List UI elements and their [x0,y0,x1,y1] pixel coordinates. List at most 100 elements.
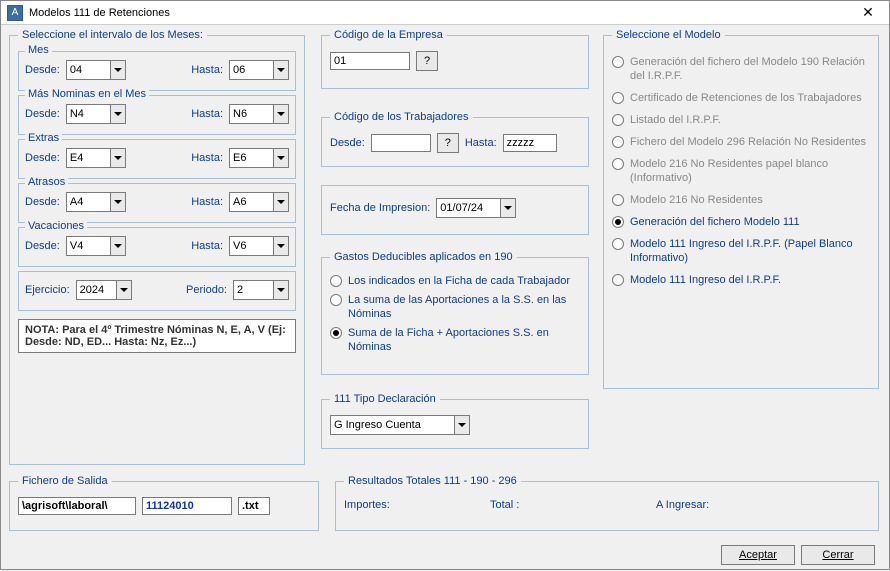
chevron-down-icon[interactable] [110,192,126,212]
chevron-down-icon[interactable] [110,148,126,168]
vacaciones-legend: Vacaciones [25,220,87,232]
gastos-option-label: Los indicados en la Ficha de cada Trabaj… [348,274,570,288]
modelo-option-3: Fichero del Modelo 296 Relación No Resid… [612,135,870,149]
atrasos-desde-input[interactable] [66,192,110,212]
vacaciones-desde-combo[interactable] [66,236,126,256]
modelo-option-label: Modelo 111 Ingreso del I.R.P.F. [630,273,781,287]
chevron-down-icon[interactable] [273,236,289,256]
extras-hasta-label: Hasta: [191,152,223,164]
tipo111-combo[interactable] [330,415,470,435]
mes-hasta-input[interactable] [229,60,273,80]
radio-icon [330,294,342,306]
chevron-down-icon[interactable] [500,198,516,218]
window-title: Modelos 111 de Retenciones [29,7,853,19]
tipo111-legend: 111 Tipo Declaración [330,393,440,405]
modelo-option-6[interactable]: Generación del fichero Modelo 111 [612,215,870,229]
mes-desde-combo[interactable] [66,60,126,80]
masnom-desde-input[interactable] [66,104,110,124]
atrasos-hasta-combo[interactable] [229,192,289,212]
cerrar-button[interactable]: Cerrar [801,545,875,565]
aceptar-button[interactable]: Aceptar [721,545,795,565]
radio-icon [612,136,624,148]
gastos-option-1[interactable]: La suma de las Aportaciones a la S.S. en… [330,293,580,321]
atrasos-fieldset: Atrasos Desde: Hasta: [18,183,296,223]
titlebar: A Modelos 111 de Retenciones ✕ [1,1,889,25]
extras-fieldset: Extras Desde: Hasta: [18,139,296,179]
mes-desde-input[interactable] [66,60,110,80]
intervalos-legend: Seleccione el intervalo de los Meses: [18,29,207,41]
chevron-down-icon[interactable] [110,60,126,80]
fecha-input[interactable] [436,198,500,218]
tipo111-input[interactable] [330,415,454,435]
gastos-fieldset: Gastos Deducibles aplicados en 190 Los i… [321,251,589,375]
modelo-option-label: Generación del fichero Modelo 111 [630,215,800,229]
mes-desde-label: Desde: [25,64,60,76]
empresa-help-button[interactable]: ? [416,51,438,71]
vacaciones-hasta-input[interactable] [229,236,273,256]
chevron-down-icon[interactable] [110,236,126,256]
periodo-combo[interactable] [233,280,289,300]
trab-hasta-input[interactable] [503,134,557,152]
modelo-option-label: Generación del fichero del Modelo 190 Re… [630,55,870,83]
close-icon[interactable]: ✕ [853,3,883,23]
resultados-fieldset: Resultados Totales 111 - 190 - 296 Impor… [335,475,879,531]
app-icon: A [7,5,23,21]
radio-icon [612,274,624,286]
atrasos-hasta-input[interactable] [229,192,273,212]
fecha-combo[interactable] [436,198,516,218]
fichero-fieldset: Fichero de Salida [9,475,319,531]
chevron-down-icon[interactable] [273,280,289,300]
chevron-down-icon[interactable] [273,192,289,212]
extras-hasta-combo[interactable] [229,148,289,168]
radio-icon [612,114,624,126]
modelo-option-2: Listado del I.R.P.F. [612,113,870,127]
masnom-hasta-combo[interactable] [229,104,289,124]
trab-help-button[interactable]: ? [437,133,459,153]
modelo-option-8[interactable]: Modelo 111 Ingreso del I.R.P.F. [612,273,870,287]
intervalos-fieldset: Seleccione el intervalo de los Meses: Me… [9,29,305,465]
gastos-option-2[interactable]: Suma de la Ficha + Aportaciones S.S. en … [330,326,580,354]
chevron-down-icon[interactable] [273,104,289,124]
fecha-fieldset: Fecha de Impresion: [321,185,589,235]
empresa-legend: Código de la Empresa [330,29,447,41]
total-label: Total : [490,499,650,511]
atrasos-desde-label: Desde: [25,196,60,208]
extras-desde-combo[interactable] [66,148,126,168]
chevron-down-icon[interactable] [273,148,289,168]
vacaciones-desde-input[interactable] [66,236,110,256]
mes-hasta-combo[interactable] [229,60,289,80]
radio-icon [612,158,624,170]
chevron-down-icon[interactable] [273,60,289,80]
empresa-fieldset: Código de la Empresa ? [321,29,589,89]
vacaciones-desde-label: Desde: [25,240,60,252]
trab-desde-label: Desde: [330,137,365,149]
empresa-codigo-input[interactable] [330,52,410,70]
vacaciones-hasta-combo[interactable] [229,236,289,256]
gastos-option-0[interactable]: Los indicados en la Ficha de cada Trabaj… [330,274,580,288]
ejercicio-input[interactable] [76,280,116,300]
fichero-name-input[interactable] [142,497,232,515]
aceptar-label: Aceptar [739,549,777,561]
masnom-hasta-input[interactable] [229,104,273,124]
chevron-down-icon[interactable] [110,104,126,124]
gastos-option-label: La suma de las Aportaciones a la S.S. en… [348,293,580,321]
ejercicio-combo[interactable] [76,280,132,300]
periodo-input[interactable] [233,280,273,300]
chevron-down-icon[interactable] [116,280,132,300]
modelo-option-7[interactable]: Modelo 111 Ingreso del I.R.P.F. (Papel B… [612,237,870,265]
fichero-path-input[interactable] [18,497,136,515]
chevron-down-icon[interactable] [454,415,470,435]
extras-hasta-input[interactable] [229,148,273,168]
atrasos-desde-combo[interactable] [66,192,126,212]
aingresar-label: A Ingresar: [656,499,709,511]
masnom-desde-combo[interactable] [66,104,126,124]
help-icon: ? [445,137,451,149]
nota-text: NOTA: Para el 4º Trimestre Nóminas N, E,… [18,319,296,353]
atrasos-hasta-label: Hasta: [191,196,223,208]
extras-desde-input[interactable] [66,148,110,168]
trab-desde-input[interactable] [371,134,431,152]
fichero-ext-input[interactable] [238,497,270,515]
trab-hasta-label: Hasta: [465,137,497,149]
masnom-desde-label: Desde: [25,108,60,120]
radio-icon [612,56,624,68]
